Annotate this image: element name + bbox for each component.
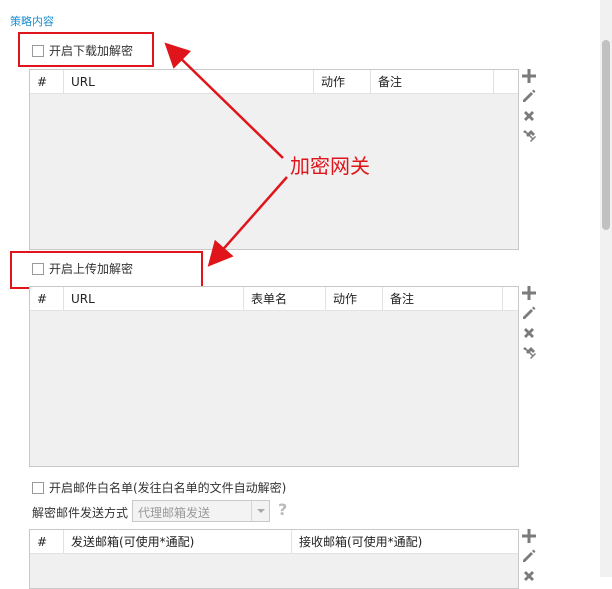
arrow-to-download (164, 42, 284, 159)
arrow-to-upload (207, 176, 288, 267)
annotation-arrows (164, 42, 288, 267)
annotation-label: 加密网关 (290, 154, 370, 178)
